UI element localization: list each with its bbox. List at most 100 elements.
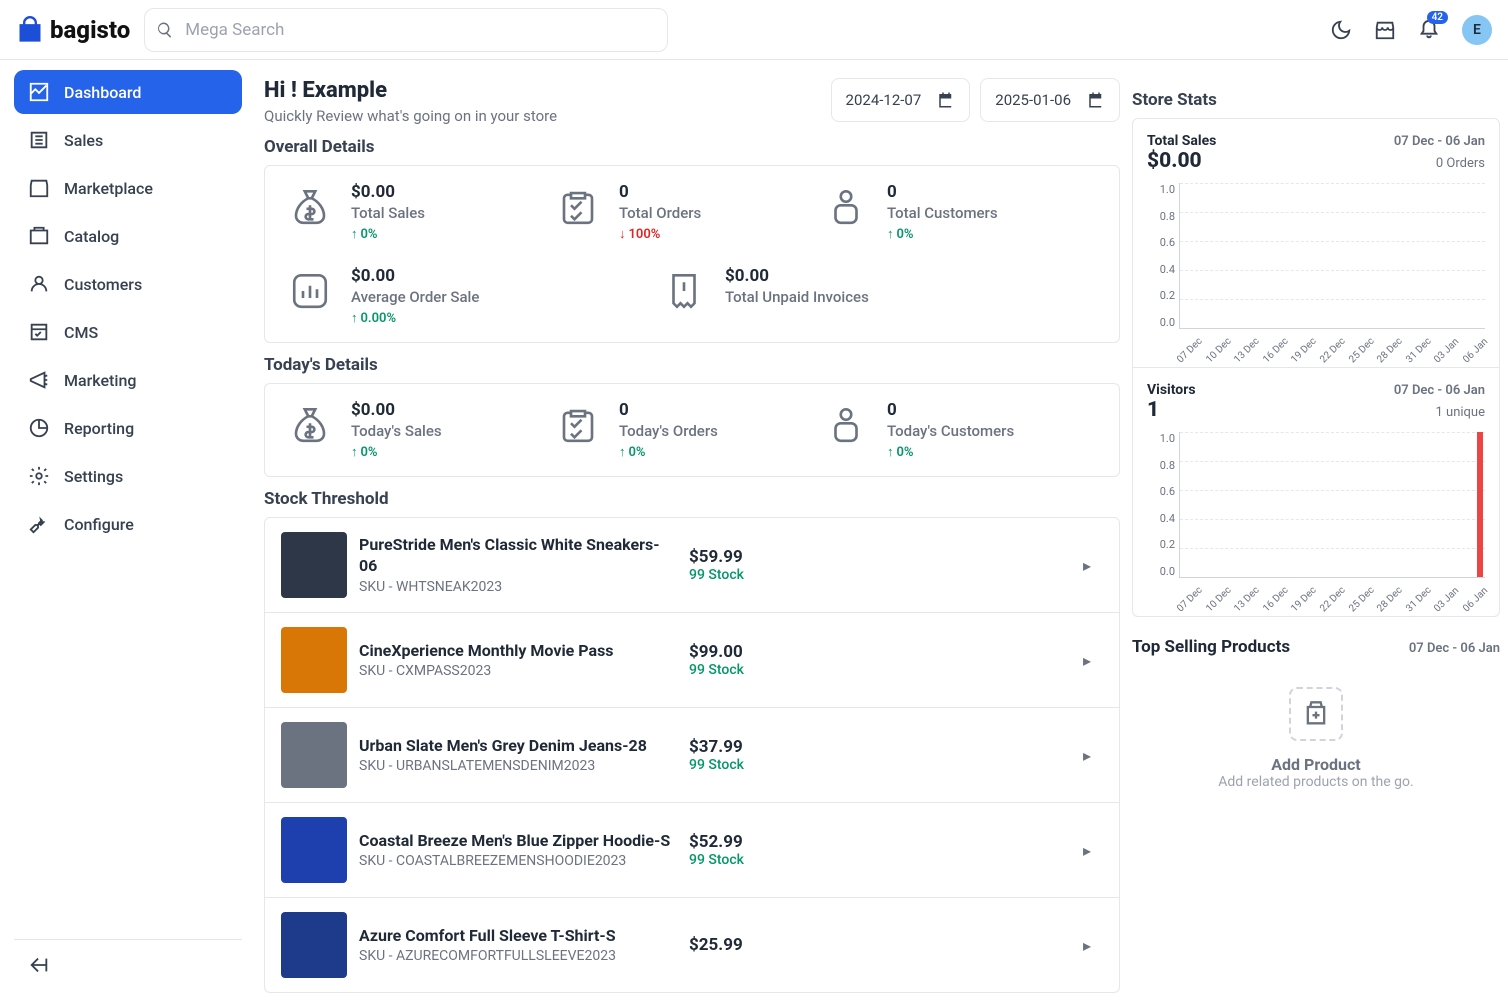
stat-value: 0 (619, 182, 701, 202)
stat-delta: ↑0% (619, 444, 718, 460)
person-icon (825, 186, 867, 228)
stock-row[interactable]: CineXperience Monthly Movie PassSKU - CX… (265, 613, 1119, 708)
total-sales-title: Total Sales (1147, 133, 1216, 149)
stat-label: Today's Sales (351, 422, 442, 440)
notifications-icon[interactable]: 42 (1418, 19, 1440, 41)
brand-logo[interactable]: bagisto (16, 16, 130, 44)
stat-value: $0.00 (725, 266, 869, 286)
stat-unpaid-invoices: $0.00Total Unpaid Invoices (659, 266, 1019, 326)
chevron-right-icon[interactable]: ▸ (1071, 841, 1103, 860)
visitor-bar (1477, 432, 1483, 577)
date-range-label: 07 Dec - 06 Jan (1394, 383, 1485, 398)
product-name: Coastal Breeze Men's Blue Zipper Hoodie-… (359, 831, 677, 852)
date-from-value: 2024-12-07 (846, 91, 922, 109)
section-overall-title: Overall Details (264, 137, 1120, 157)
stat-total-customers: 0Total Customers↑0% (821, 182, 1061, 242)
stat-label: Today's Orders (619, 422, 718, 440)
stock-row[interactable]: Azure Comfort Full Sleeve T-Shirt-SSKU -… (265, 898, 1119, 992)
sidebar-item-settings[interactable]: Settings (14, 454, 242, 498)
chevron-right-icon[interactable]: ▸ (1071, 651, 1103, 670)
total-sales-value: $0.00 (1147, 149, 1202, 173)
stat-total-sales: $0.00Total Sales↑0% (285, 182, 525, 242)
chevron-right-icon[interactable]: ▸ (1071, 936, 1103, 955)
clipboard-icon (557, 186, 599, 228)
sidebar-item-marketplace[interactable]: Marketplace (14, 166, 242, 210)
sales-icon (28, 129, 50, 151)
sidebar-item-customers[interactable]: Customers (14, 262, 242, 306)
date-to-value: 2025-01-06 (995, 91, 1071, 109)
total-sales-sub: 0 Orders (1436, 156, 1485, 171)
sidebar-item-reporting[interactable]: Reporting (14, 406, 242, 450)
product-stock: 99 Stock (689, 852, 744, 868)
date-to-picker[interactable]: 2025-01-06 (980, 78, 1120, 122)
product-sku: SKU - AZURECOMFORTFULLSLEEVE2023 (359, 948, 677, 964)
stock-row[interactable]: Urban Slate Men's Grey Denim Jeans-28SKU… (265, 708, 1119, 803)
stat-value: 0 (887, 182, 998, 202)
product-sku: SKU - CXMPASS2023 (359, 663, 677, 679)
visitors-title: Visitors (1147, 382, 1196, 398)
dark-mode-toggle[interactable] (1330, 19, 1352, 41)
reporting-icon (28, 417, 50, 439)
calendar-icon (1087, 91, 1105, 109)
stock-row[interactable]: Coastal Breeze Men's Blue Zipper Hoodie-… (265, 803, 1119, 898)
store-icon[interactable] (1374, 19, 1396, 41)
collapse-icon (28, 954, 50, 976)
product-sku: SKU - URBANSLATEMENSDENIM2023 (359, 758, 677, 774)
page-title: Hi ! Example (264, 78, 557, 103)
sidebar-item-sales[interactable]: Sales (14, 118, 242, 162)
invoice-icon (663, 270, 705, 312)
calendar-icon (937, 91, 955, 109)
sidebar-collapse[interactable] (14, 939, 242, 990)
bar-chart-icon (289, 270, 331, 312)
sidebar-item-marketing[interactable]: Marketing (14, 358, 242, 402)
product-name: Urban Slate Men's Grey Denim Jeans-28 (359, 736, 677, 757)
page-subtitle: Quickly Review what's going on in your s… (264, 107, 557, 125)
sidebar-item-dashboard[interactable]: Dashboard (14, 70, 242, 114)
stat-today-sales: $0.00 Today's Sales ↑0% (285, 400, 525, 460)
stat-label: Total Orders (619, 204, 701, 222)
chevron-right-icon[interactable]: ▸ (1071, 556, 1103, 575)
date-from-picker[interactable]: 2024-12-07 (831, 78, 971, 122)
dashboard-icon (28, 81, 50, 103)
section-store-stats-title: Store Stats (1132, 90, 1500, 110)
product-stock: 99 Stock (689, 567, 744, 583)
sidebar-item-cms[interactable]: CMS (14, 310, 242, 354)
product-stock: 99 Stock (689, 757, 744, 773)
visitors-value: 1 (1147, 398, 1159, 422)
visitors-sub: 1 unique (1436, 405, 1486, 420)
empty-sub: Add related products on the go. (1218, 774, 1413, 790)
product-name: PureStride Men's Classic White Sneakers-… (359, 535, 677, 577)
stat-total-orders: 0 Total Orders ↓100% (553, 182, 793, 242)
stat-delta: ↑0.00% (351, 310, 479, 326)
product-sku: SKU - COASTALBREEZEMENSHOODIE2023 (359, 853, 677, 869)
overall-card: $0.00Total Sales↑0% 0 Total Orders ↓100% 0… (264, 165, 1120, 343)
sidebar-item-configure[interactable]: Configure (14, 502, 242, 546)
date-range-label: 07 Dec - 06 Jan (1394, 134, 1485, 149)
stat-today-customers: 0 Today's Customers ↑0% (821, 400, 1061, 460)
stat-delta: ↓100% (619, 226, 701, 242)
date-range-label: 07 Dec - 06 Jan (1409, 641, 1500, 656)
clipboard-icon (557, 404, 599, 446)
product-thumbnail (281, 722, 347, 788)
chevron-right-icon[interactable]: ▸ (1071, 746, 1103, 765)
visitors-chart: 1.00.80.60.40.20.0 07 Dec10 Dec13 Dec16 … (1147, 432, 1485, 602)
stock-row[interactable]: PureStride Men's Classic White Sneakers-… (265, 518, 1119, 613)
add-product-icon[interactable] (1289, 687, 1343, 741)
user-avatar[interactable]: E (1462, 15, 1492, 45)
stat-value: $0.00 (351, 400, 442, 420)
product-thumbnail (281, 627, 347, 693)
cms-icon (28, 321, 50, 343)
product-thumbnail (281, 817, 347, 883)
stat-today-orders: 0Today's Orders↑0% (553, 400, 793, 460)
product-price: $25.99 (689, 935, 743, 955)
stat-delta: ↑0% (887, 444, 1014, 460)
stat-value: 0 (887, 400, 1014, 420)
mega-search-input[interactable] (144, 8, 668, 52)
stat-delta: ↑0% (351, 444, 442, 460)
sales-chart: 1.00.80.60.40.20.0 07 Dec10 Dec13 Dec16 … (1147, 183, 1485, 353)
person-icon (825, 404, 867, 446)
sidebar-item-catalog[interactable]: Catalog (14, 214, 242, 258)
stat-label: Today's Customers (887, 422, 1014, 440)
stat-label: Average Order Sale (351, 288, 479, 306)
product-thumbnail (281, 912, 347, 978)
